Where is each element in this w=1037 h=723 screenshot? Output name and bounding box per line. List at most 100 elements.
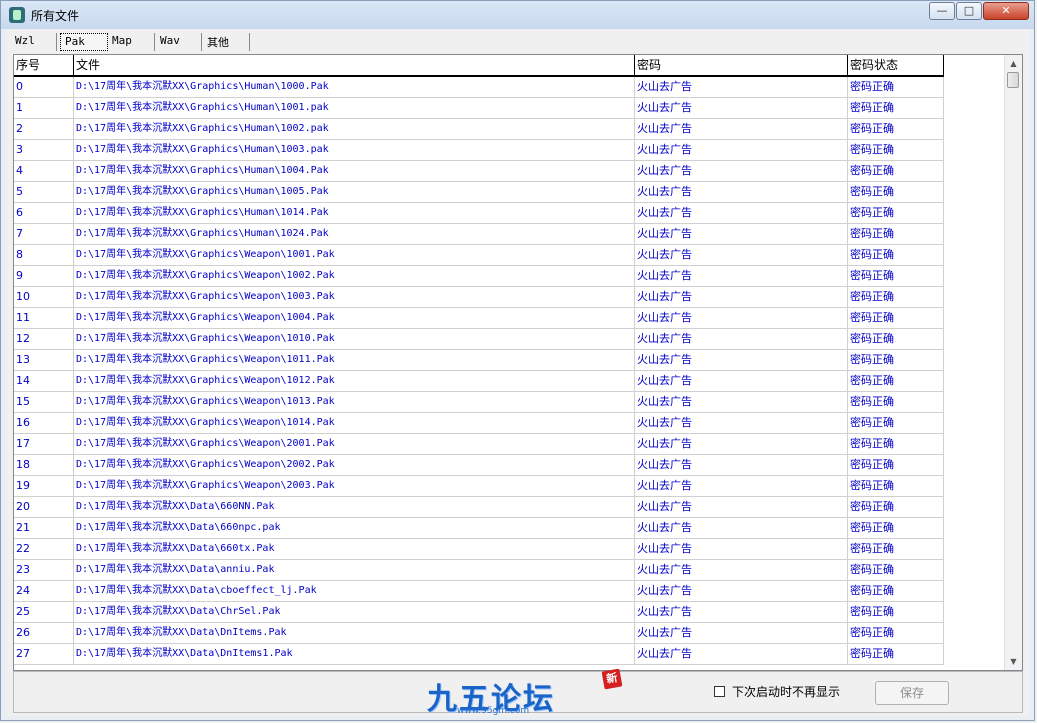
table-row[interactable]: 2 D:\17周年\我本沉默XX\Graphics\Human\1002.pak 火…	[14, 119, 944, 140]
table-row[interactable]: 0 D:\17周年\我本沉默XX\Graphics\Human\1000.Pak 火…	[14, 77, 944, 98]
cell-password: 火山去广告	[635, 539, 848, 560]
tab-wav[interactable]: Wav	[156, 33, 202, 51]
cell-index: 15	[14, 392, 74, 413]
column-header-index[interactable]: 序号	[14, 55, 74, 77]
table-row[interactable]: 25 D:\17周年\我本沉默XX\Data\ChrSel.Pak 火山去广告 密码正…	[14, 602, 944, 623]
table-row[interactable]: 17 D:\17周年\我本沉默XX\Graphics\Weapon\2001.Pa…	[14, 434, 944, 455]
table-row[interactable]: 16 D:\17周年\我本沉默XX\Graphics\Weapon\1014.Pa…	[14, 413, 944, 434]
cell-file: D:\17周年\我本沉默XX\Data\DnItems1.Pak	[74, 644, 635, 665]
table-row[interactable]: 22 D:\17周年\我本沉默XX\Data\660tx.Pak 火山去广告 密码正确	[14, 539, 944, 560]
client-area: Wzl Pak Map Wav 其他 序号 文件 密码 密码状态 0 D:\17周…	[7, 29, 1029, 717]
table-row[interactable]: 11 D:\17周年\我本沉默XX\Graphics\Weapon\1004.Pa…	[14, 308, 944, 329]
table-row[interactable]: 7 D:\17周年\我本沉默XX\Graphics\Human\1024.Pak 火…	[14, 224, 944, 245]
cell-password-status: 密码正确	[848, 371, 944, 392]
table-row[interactable]: 13 D:\17周年\我本沉默XX\Graphics\Weapon\1011.Pa…	[14, 350, 944, 371]
logo-badge: 新	[601, 668, 623, 690]
cell-password-status: 密码正确	[848, 224, 944, 245]
table-row[interactable]: 18 D:\17周年\我本沉默XX\Graphics\Weapon\2002.Pa…	[14, 455, 944, 476]
cell-file: D:\17周年\我本沉默XX\Graphics\Weapon\1011.Pak	[74, 350, 635, 371]
table-row[interactable]: 14 D:\17周年\我本沉默XX\Graphics\Weapon\1012.Pa…	[14, 371, 944, 392]
file-table[interactable]: 序号 文件 密码 密码状态 0 D:\17周年\我本沉默XX\Graphics\H…	[13, 54, 1023, 671]
cell-password-status: 密码正确	[848, 161, 944, 182]
cell-file: D:\17周年\我本沉默XX\Graphics\Human\1002.pak	[74, 119, 635, 140]
cell-file: D:\17周年\我本沉默XX\Graphics\Weapon\2001.Pak	[74, 434, 635, 455]
tab-other[interactable]: 其他	[203, 33, 250, 51]
cell-index: 9	[14, 266, 74, 287]
cell-file: D:\17周年\我本沉默XX\Graphics\Weapon\1012.Pak	[74, 371, 635, 392]
logo-url: www.95gm.com	[457, 706, 530, 716]
table-row[interactable]: 20 D:\17周年\我本沉默XX\Data\660NN.Pak 火山去广告 密码正确	[14, 497, 944, 518]
cell-index: 5	[14, 182, 74, 203]
cell-index: 17	[14, 434, 74, 455]
forum-logo: 九五论坛 www.95gm.com 新	[427, 668, 623, 717]
cell-file: D:\17周年\我本沉默XX\Data\660tx.Pak	[74, 539, 635, 560]
vertical-scrollbar[interactable]: ▲ ▼	[1004, 55, 1022, 670]
scroll-up-arrow-icon[interactable]: ▲	[1005, 55, 1022, 72]
table-row[interactable]: 1 D:\17周年\我本沉默XX\Graphics\Human\1001.pak 火…	[14, 98, 944, 119]
cell-password: 火山去广告	[635, 266, 848, 287]
cell-index: 19	[14, 476, 74, 497]
table-row[interactable]: 3 D:\17周年\我本沉默XX\Graphics\Human\1003.pak 火…	[14, 140, 944, 161]
cell-file: D:\17周年\我本沉默XX\Data\660npc.pak	[74, 518, 635, 539]
cell-password-status: 密码正确	[848, 308, 944, 329]
table-row[interactable]: 15 D:\17周年\我本沉默XX\Graphics\Weapon\1013.Pa…	[14, 392, 944, 413]
cell-password: 火山去广告	[635, 392, 848, 413]
cell-password: 火山去广告	[635, 224, 848, 245]
save-button[interactable]: 保存	[875, 681, 949, 705]
cell-index: 20	[14, 497, 74, 518]
cell-file: D:\17周年\我本沉默XX\Data\660NN.Pak	[74, 497, 635, 518]
table-row[interactable]: 5 D:\17周年\我本沉默XX\Graphics\Human\1005.Pak 火…	[14, 182, 944, 203]
tab-wzl[interactable]: Wzl	[11, 33, 57, 51]
table-row[interactable]: 12 D:\17周年\我本沉默XX\Graphics\Weapon\1010.Pa…	[14, 329, 944, 350]
scroll-down-arrow-icon[interactable]: ▼	[1005, 653, 1022, 670]
table-row[interactable]: 26 D:\17周年\我本沉默XX\Data\DnItems.Pak 火山去广告 密码…	[14, 623, 944, 644]
cell-file: D:\17周年\我本沉默XX\Graphics\Human\1004.Pak	[74, 161, 635, 182]
cell-index: 22	[14, 539, 74, 560]
column-header-file[interactable]: 文件	[74, 55, 635, 77]
cell-index: 3	[14, 140, 74, 161]
tab-pak[interactable]: Pak	[60, 33, 108, 51]
cell-file: D:\17周年\我本沉默XX\Graphics\Human\1005.Pak	[74, 182, 635, 203]
scrollbar-thumb[interactable]	[1007, 72, 1019, 88]
table-row[interactable]: 8 D:\17周年\我本沉默XX\Graphics\Weapon\1001.Pak…	[14, 245, 944, 266]
close-button[interactable]: ✕	[983, 2, 1029, 20]
cell-file: D:\17周年\我本沉默XX\Graphics\Human\1001.pak	[74, 98, 635, 119]
cell-password: 火山去广告	[635, 518, 848, 539]
table-row[interactable]: 27 D:\17周年\我本沉默XX\Data\DnItems1.Pak 火山去广告密…	[14, 644, 944, 665]
cell-password-status: 密码正确	[848, 140, 944, 161]
table-row[interactable]: 21 D:\17周年\我本沉默XX\Data\660npc.pak 火山去广告 密码正…	[14, 518, 944, 539]
tab-map[interactable]: Map	[108, 33, 155, 51]
cell-index: 18	[14, 455, 74, 476]
dont-show-again-checkbox[interactable]	[714, 686, 725, 697]
table-row[interactable]: 24 D:\17周年\我本沉默XX\Data\cboeffect_lj.Pak 火山…	[14, 581, 944, 602]
cell-password-status: 密码正确	[848, 476, 944, 497]
cell-password-status: 密码正确	[848, 329, 944, 350]
table-row[interactable]: 23 D:\17周年\我本沉默XX\Data\anniu.Pak 火山去广告 密码正确	[14, 560, 944, 581]
cell-password: 火山去广告	[635, 644, 848, 665]
table-row[interactable]: 19 D:\17周年\我本沉默XX\Graphics\Weapon\2003.Pa…	[14, 476, 944, 497]
cell-index: 13	[14, 350, 74, 371]
cell-file: D:\17周年\我本沉默XX\Data\anniu.Pak	[74, 560, 635, 581]
cell-file: D:\17周年\我本沉默XX\Graphics\Human\1014.Pak	[74, 203, 635, 224]
cell-password-status: 密码正确	[848, 497, 944, 518]
cell-password: 火山去广告	[635, 287, 848, 308]
minimize-button[interactable]: —	[929, 2, 955, 20]
table-row[interactable]: 9 D:\17周年\我本沉默XX\Graphics\Weapon\1002.Pak…	[14, 266, 944, 287]
maximize-button[interactable]: □	[956, 2, 982, 20]
cell-password: 火山去广告	[635, 581, 848, 602]
dont-show-again-label[interactable]: 下次启动时不再显示	[732, 683, 840, 700]
cell-password: 火山去广告	[635, 182, 848, 203]
title-bar[interactable]: 所有文件 — □ ✕	[1, 1, 1034, 29]
cell-password-status: 密码正确	[848, 350, 944, 371]
table-row[interactable]: 6 D:\17周年\我本沉默XX\Graphics\Human\1014.Pak 火…	[14, 203, 944, 224]
table-row[interactable]: 4 D:\17周年\我本沉默XX\Graphics\Human\1004.Pak 火…	[14, 161, 944, 182]
cell-file: D:\17周年\我本沉默XX\Graphics\Weapon\1010.Pak	[74, 329, 635, 350]
cell-password-status: 密码正确	[848, 245, 944, 266]
cell-index: 14	[14, 371, 74, 392]
column-header-password-status[interactable]: 密码状态	[848, 55, 944, 77]
cell-index: 21	[14, 518, 74, 539]
cell-password: 火山去广告	[635, 434, 848, 455]
column-header-password[interactable]: 密码	[635, 55, 848, 77]
table-row[interactable]: 10 D:\17周年\我本沉默XX\Graphics\Weapon\1003.Pa…	[14, 287, 944, 308]
cell-file: D:\17周年\我本沉默XX\Data\DnItems.Pak	[74, 623, 635, 644]
